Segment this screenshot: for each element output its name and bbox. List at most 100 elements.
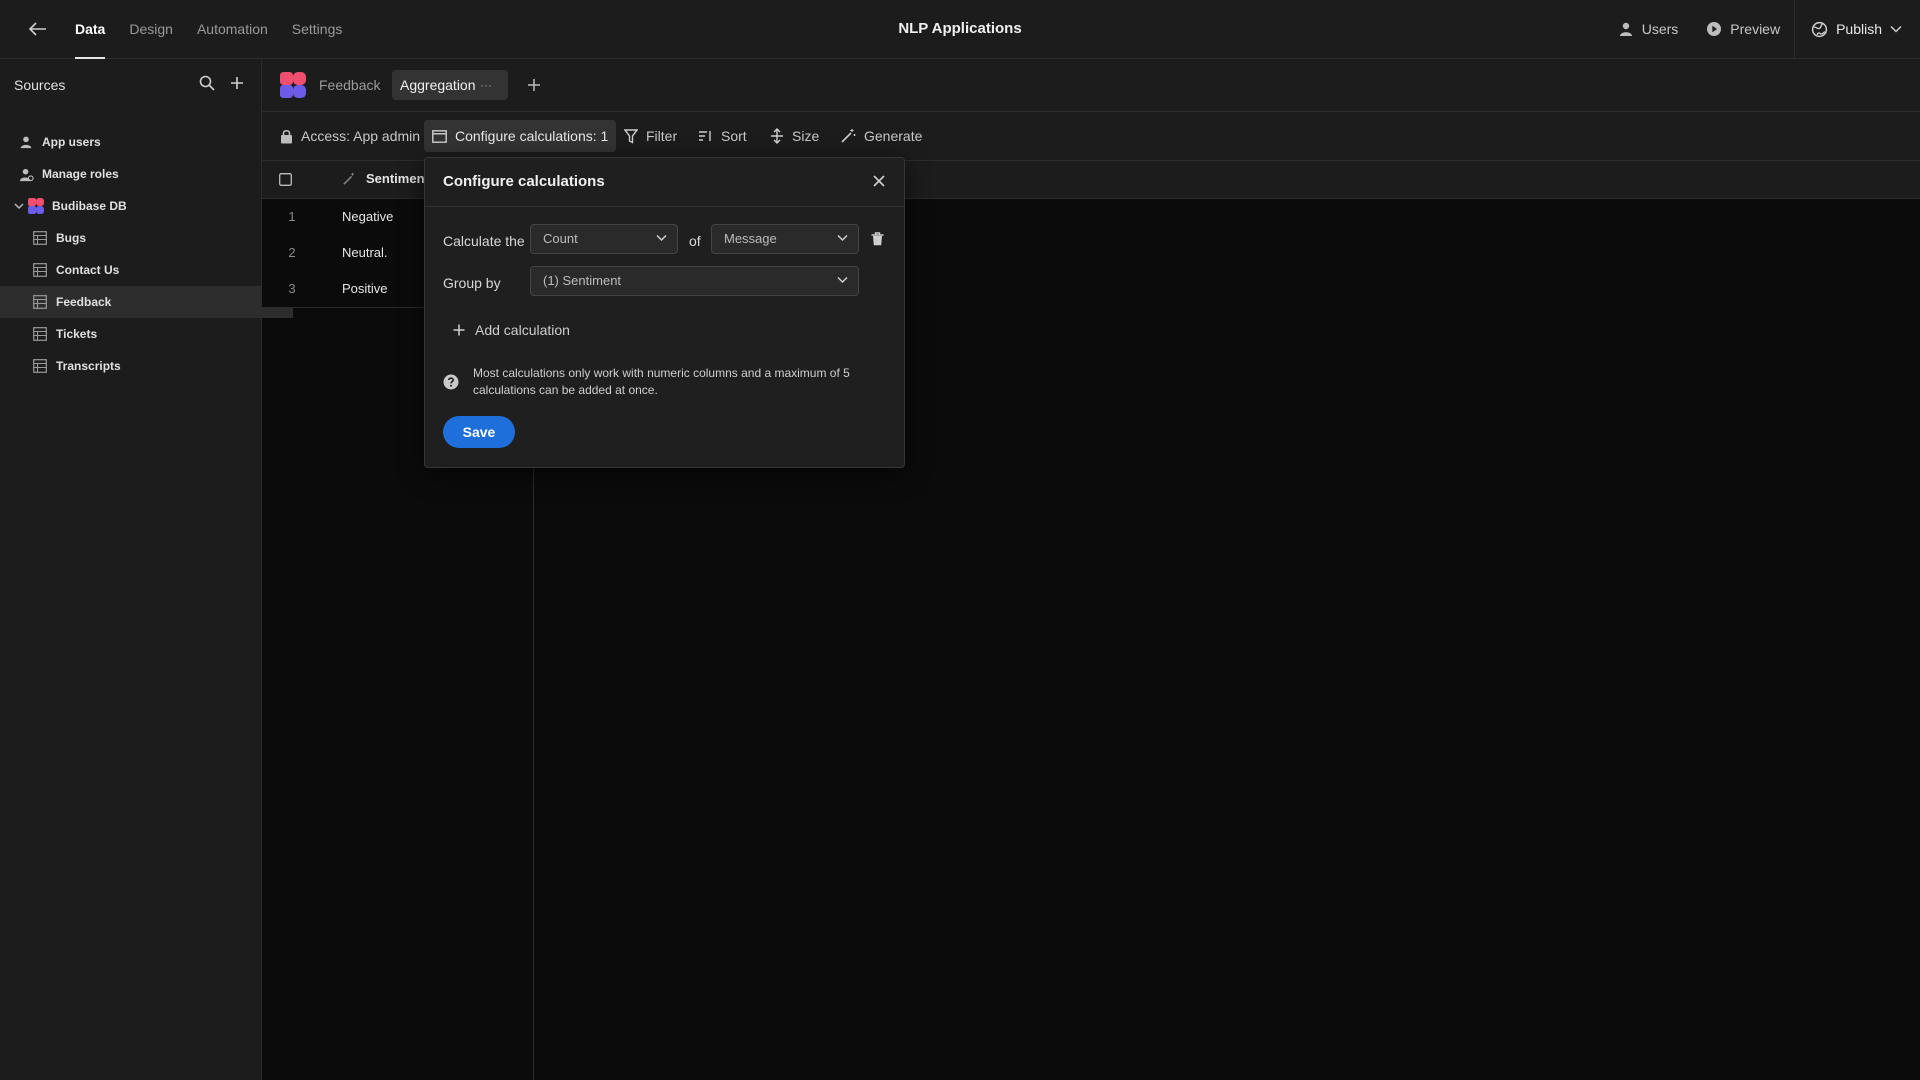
table-tabs: Feedback Aggregation ···: [262, 59, 1920, 112]
add-view-icon[interactable]: [527, 78, 541, 92]
publish-button[interactable]: Publish: [1794, 0, 1920, 58]
plus-icon: [453, 324, 465, 336]
of-label: of: [689, 233, 701, 249]
table-icon: [32, 358, 48, 374]
more-options-icon[interactable]: ···: [480, 70, 492, 100]
table-icon: [32, 230, 48, 246]
back-arrow-icon[interactable]: [24, 18, 52, 40]
nav-data[interactable]: Data: [75, 0, 106, 59]
popover-title: Configure calculations: [443, 173, 605, 190]
table-icon: [32, 294, 48, 310]
generate-label: Generate: [864, 128, 923, 144]
help-circle-icon: [443, 374, 459, 390]
delete-calculation-icon[interactable]: [871, 232, 884, 246]
add-calculation-button[interactable]: Add calculation: [453, 322, 570, 338]
chevron-down-icon: [656, 234, 667, 242]
save-button[interactable]: Save: [443, 416, 515, 448]
close-icon[interactable]: [872, 174, 888, 190]
table-icon: [32, 326, 48, 342]
nav-settings[interactable]: Settings: [292, 0, 343, 58]
search-icon[interactable]: [199, 75, 215, 91]
cell-sentiment[interactable]: Positive: [342, 271, 388, 307]
sidebar-actions: [199, 75, 245, 91]
access-button[interactable]: Access: App admin: [272, 120, 428, 152]
top-nav: Data Design Automation Settings: [75, 0, 343, 59]
sidebar-item-label: Transcripts: [56, 359, 121, 373]
user-icon: [1618, 21, 1634, 37]
sidebar-item-manage-roles[interactable]: Manage roles: [0, 158, 279, 190]
row-number: 1: [288, 209, 296, 224]
calculation-type-select[interactable]: Count: [530, 224, 678, 254]
calculation-type-value: Count: [543, 231, 578, 246]
table-icon: [32, 262, 48, 278]
sidebar-item-label: Manage roles: [42, 167, 119, 181]
sources-sidebar: Sources App users Manage roles Budibase …: [0, 59, 293, 1080]
configure-calculations-label: Configure calculations: 1: [455, 128, 609, 144]
budibase-logo-icon: [280, 72, 306, 98]
sidebar-item-budibase-db[interactable]: Budibase DB: [0, 190, 275, 222]
preview-label: Preview: [1730, 21, 1781, 37]
add-calculation-label: Add calculation: [475, 322, 570, 338]
generate-button[interactable]: Generate: [832, 120, 930, 152]
sort-button[interactable]: Sort: [690, 120, 755, 152]
top-actions: Users Preview Publish: [1604, 0, 1920, 58]
sources-title: Sources: [14, 77, 66, 93]
size-button[interactable]: Size: [762, 120, 827, 152]
grid-toolbar: Access: App admin Configure calculations…: [262, 112, 1920, 161]
calculations-info-text: Most calculations only work with numeric…: [473, 366, 850, 397]
nav-design[interactable]: Design: [129, 0, 173, 58]
cell-sentiment[interactable]: Neutral.: [342, 235, 388, 271]
chevron-down-icon[interactable]: [14, 202, 24, 210]
row-height-icon: [770, 128, 784, 144]
calculation-field-select[interactable]: Message: [711, 224, 859, 254]
publish-label: Publish: [1836, 21, 1882, 37]
column-header-sentiment[interactable]: Sentimen: [366, 171, 425, 186]
globe-icon: [1811, 21, 1828, 38]
chevron-down-icon: [1890, 25, 1902, 33]
budibase-logo-icon: [28, 198, 44, 214]
sidebar-item-label: Tickets: [56, 327, 98, 341]
sort-icon: [698, 130, 713, 142]
access-label: Access: App admin: [301, 128, 421, 144]
play-circle-icon: [1706, 21, 1722, 37]
row-number: 2: [288, 245, 296, 260]
sort-label: Sort: [721, 128, 747, 144]
configure-calculations-popover: Configure calculations Calculate the Cou…: [424, 157, 905, 468]
tab-feedback[interactable]: Feedback: [319, 70, 380, 100]
group-by-select[interactable]: (1) Sentiment: [530, 266, 859, 296]
user-icon: [18, 134, 34, 150]
sidebar-item-label: Feedback: [56, 295, 112, 309]
tab-label: Aggregation: [400, 77, 476, 93]
tab-aggregation[interactable]: Aggregation ···: [392, 70, 508, 100]
sidebar-item-contact-us[interactable]: Contact Us: [0, 254, 293, 286]
sidebar-item-bugs[interactable]: Bugs: [0, 222, 293, 254]
calculation-field-value: Message: [724, 231, 777, 246]
chevron-down-icon: [837, 234, 848, 242]
select-all-checkbox[interactable]: [279, 173, 292, 186]
sidebar-item-feedback[interactable]: Feedback: [0, 286, 293, 318]
roles-icon: [18, 166, 34, 182]
lock-icon: [280, 129, 293, 144]
calculator-icon: [432, 129, 447, 143]
row-number: 3: [288, 281, 296, 296]
filter-label: Filter: [646, 128, 678, 144]
preview-button[interactable]: Preview: [1692, 0, 1794, 58]
size-label: Size: [792, 128, 820, 144]
sidebar-item-label: App users: [42, 135, 101, 149]
sidebar-item-label: Contact Us: [56, 263, 120, 277]
magic-wand-icon: [342, 172, 356, 186]
configure-calculations-button[interactable]: Configure calculations: 1: [424, 120, 617, 152]
users-label: Users: [1641, 21, 1679, 37]
filter-icon: [624, 128, 638, 144]
cell-sentiment[interactable]: Negative: [342, 199, 393, 235]
filter-button[interactable]: Filter: [616, 120, 685, 152]
nav-automation[interactable]: Automation: [197, 0, 268, 58]
popover-header: Configure calculations: [425, 158, 904, 207]
sidebar-item-tickets[interactable]: Tickets: [0, 318, 293, 350]
sidebar-item-app-users[interactable]: App users: [0, 126, 279, 158]
users-button[interactable]: Users: [1604, 0, 1693, 58]
chevron-down-icon: [837, 276, 848, 284]
sidebar-item-transcripts[interactable]: Transcripts: [0, 350, 293, 382]
add-source-icon[interactable]: [229, 75, 245, 91]
calculate-the-label: Calculate the: [443, 233, 525, 249]
